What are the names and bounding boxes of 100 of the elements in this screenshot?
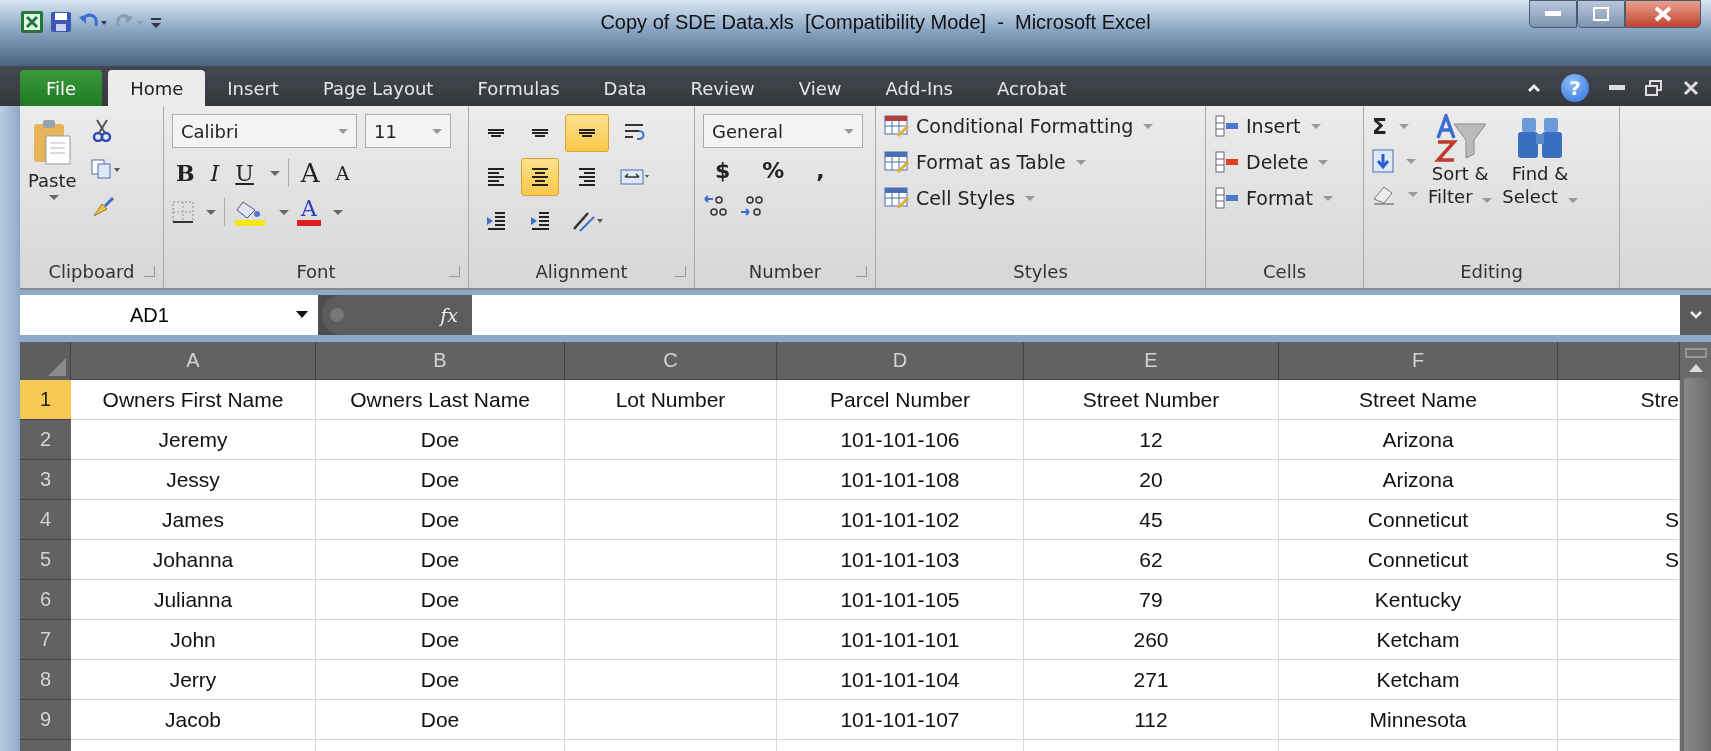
table-cell: Lot Number [565,380,777,420]
find-select-button[interactable]: Find & Select [1502,114,1578,254]
table-cell: Ketcham [1279,660,1558,700]
table-cell: 101-101-103 [777,540,1024,580]
formula-input[interactable] [472,295,1680,335]
cells-button[interactable]: Delete [1214,150,1355,174]
autosum-button[interactable]: Σ [1372,114,1388,139]
table-cell: Jerry [71,660,316,700]
group-label: Cells [1263,260,1306,282]
maximize-button[interactable] [1577,0,1625,28]
insert-function-button[interactable]: fx [440,304,458,326]
font-name-dropdown[interactable]: Calibri [172,114,357,148]
borders-icon[interactable] [172,201,194,223]
row-header[interactable]: 8 [20,660,71,700]
row-header[interactable]: 4 [20,500,71,540]
save-icon[interactable] [50,11,72,33]
scroll-up-icon [1688,364,1703,372]
vertical-scrollbar[interactable] [1680,342,1711,751]
ribbon-tab[interactable]: Review [668,70,777,106]
spreadsheet-logo-icon[interactable] [20,10,44,34]
row-header[interactable]: 9 [20,700,71,740]
caret-icon [1318,159,1329,165]
table-cell: Doe [316,540,565,580]
table-cell: Owners First Name [71,380,316,420]
ribbon-tab[interactable]: Acrobat [975,70,1089,106]
number-format-button[interactable]: , [804,158,837,183]
table-cell: Conneticut [1279,540,1558,580]
cells-button[interactable]: Format [1214,186,1355,210]
font-style-button[interactable]: B [172,160,199,186]
close-icon[interactable] [1683,80,1699,96]
group-label: Styles [1013,260,1068,282]
table-cell: Johanna [71,540,316,580]
ribbon-tab[interactable]: Home [108,70,206,106]
restore-icon[interactable] [1645,80,1663,96]
row-header[interactable]: 3 [20,460,71,500]
caret-icon [1482,198,1493,204]
name-box[interactable]: AD1 [20,295,318,335]
caret-icon [1143,123,1154,129]
caret-icon [1025,195,1036,201]
formula-handle-icon[interactable] [330,308,344,322]
row-header[interactable]: 6 [20,580,71,620]
row-header[interactable]: 5 [20,540,71,580]
minimize-button[interactable] [1529,0,1577,28]
column-header[interactable]: E [1024,342,1279,380]
number-format-button[interactable]: $ [703,158,743,183]
copy-icon[interactable] [90,158,121,180]
table-cell: Minnesota [1279,700,1558,740]
paste-button[interactable]: Paste [28,114,77,254]
ribbon-tab[interactable]: Page Layout [300,70,456,106]
styles-button[interactable]: Conditional Formatting [884,114,1197,138]
collapse-ribbon-icon[interactable] [1527,83,1541,93]
row-header[interactable]: 1 [20,380,71,420]
font-color-button[interactable]: A [297,198,321,226]
scissors-icon[interactable] [90,118,113,142]
column-header[interactable]: C [565,342,777,380]
table-cell: 101-101-108 [777,460,1024,500]
ribbon-tab[interactable]: View [776,70,864,106]
column-header[interactable]: F [1279,342,1558,380]
column-header[interactable]: D [777,342,1024,380]
table-style-icon [884,114,910,138]
caret-icon [1567,198,1578,204]
cell-rows-icon [1214,114,1240,138]
caret-icon [1406,158,1416,164]
column-header[interactable]: A [71,342,316,380]
sort-filter-button[interactable]: Sort & Filter [1428,114,1493,254]
shrink-font-button[interactable]: A [331,162,354,184]
table-cell: Doe [316,700,565,740]
row-header[interactable]: 7 [20,620,71,660]
ribbon-tab[interactable]: Data [581,70,669,106]
expand-formula-button[interactable] [1680,295,1711,335]
group-label: Number [748,260,822,282]
table-cell: John [71,620,316,660]
alignment-button[interactable] [565,114,609,152]
align-lines-icon [486,212,506,230]
styles-button[interactable]: Format as Table [884,150,1197,174]
column-header[interactable]: B [316,342,565,380]
cell-rows-icon [1214,186,1240,210]
minimize-icon [1545,11,1561,17]
ribbon-tab[interactable]: Insert [205,70,301,106]
ribbon-tab[interactable]: File [20,70,103,106]
close-button[interactable] [1625,0,1701,28]
minimize-icon[interactable] [1609,85,1625,91]
row-header[interactable]: 2 [20,420,71,460]
font-size-dropdown[interactable]: 11 [365,114,451,148]
caret-icon [1322,195,1333,201]
caret-icon [296,311,308,319]
fill-down-icon[interactable] [1372,149,1394,173]
table-cell: 101-101-105 [777,580,1024,620]
window-title: Copy of SDE Data.xls [Compatibility Mode] - Microsoft Excel [599,10,1152,34]
table-cell: Doe [316,580,565,620]
font-style-button[interactable]: I [206,160,224,186]
font-style-button[interactable]: U [231,160,258,186]
grow-font-button[interactable]: A [296,158,324,188]
number-format-button[interactable]: % [750,158,797,183]
number-format-dropdown[interactable]: General [703,114,863,148]
ribbon-tab[interactable]: Add-Ins [863,70,975,106]
styles-button[interactable]: Cell Styles [884,186,1197,210]
alignment-button[interactable] [521,158,559,196]
ribbon-tab[interactable]: Formulas [455,70,582,106]
cells-button[interactable]: Insert [1214,114,1355,138]
